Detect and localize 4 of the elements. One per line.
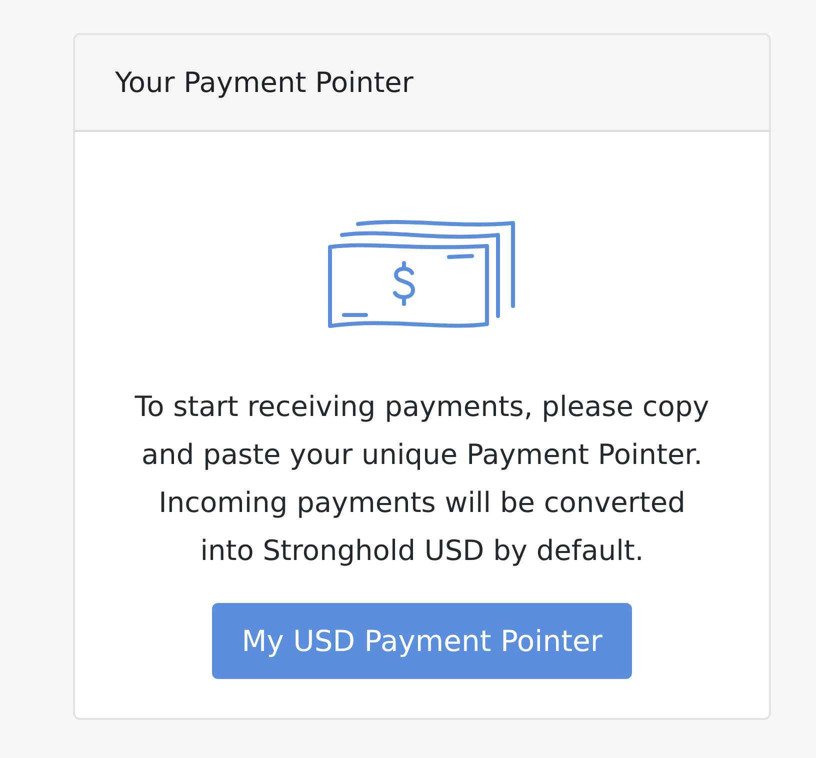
card-title: Your Payment Pointer: [115, 66, 414, 99]
banknotes-icon: [326, 218, 518, 330]
instruction-text: To start receiving payments, please copy and paste your unique Payment Pointer. Incoming payments will be converted into Stronghold USD by default.: [134, 389, 710, 569]
payment-pointer-button[interactable]: My USD Payment Pointer: [212, 603, 632, 679]
